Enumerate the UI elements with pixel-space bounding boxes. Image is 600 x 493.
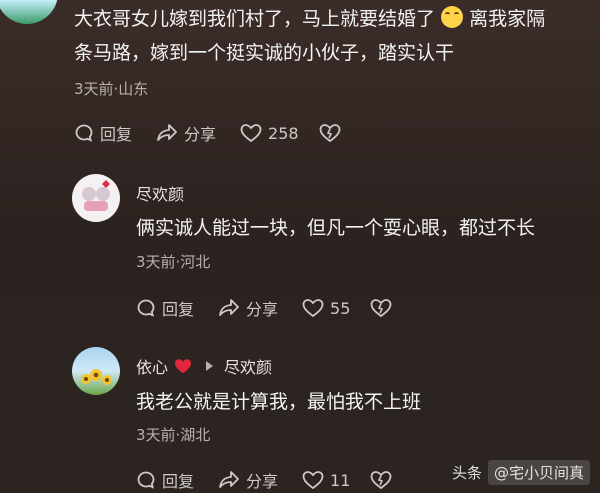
heart-outline-icon <box>302 470 324 490</box>
reply-button[interactable]: 回复 <box>136 296 194 320</box>
reply-button[interactable]: 回复 <box>136 468 194 492</box>
share-button[interactable]: 分享 <box>156 121 216 145</box>
broken-heart-icon <box>319 123 341 143</box>
share-button[interactable]: 分享 <box>218 468 278 492</box>
avatar-commenter-3[interactable] <box>72 347 120 395</box>
comment-2-actions: 回复 分享 55 <box>136 296 392 320</box>
avatar-commenter-2[interactable] <box>72 174 120 222</box>
like-button[interactable]: 11 <box>302 470 350 490</box>
like-count: 258 <box>268 123 299 143</box>
comment-3-text: 我老公就是计算我，最怕我不上班 <box>136 391 422 413</box>
triangle-right-icon <box>204 360 214 372</box>
like-count: 55 <box>330 298 351 318</box>
comment-1-text-line2: 条马路，嫁到一个挺实诚的小伙子，踏实认干 <box>74 42 455 64</box>
comment-3-reply-to[interactable]: 尽欢颜 <box>224 354 272 378</box>
comment-2-author[interactable]: 尽欢颜 <box>136 181 184 205</box>
comment-3-author[interactable]: 依心 <box>136 354 168 378</box>
like-count: 11 <box>330 470 351 490</box>
grin-emoji-icon <box>441 6 464 28</box>
comment-2-meta: 3天前·河北 <box>136 253 211 271</box>
share-button[interactable]: 分享 <box>218 296 278 320</box>
reply-icon <box>74 123 94 143</box>
comment-1-actions: 回复 分享 258 <box>74 121 341 145</box>
comment-3-author-line: 依心 尽欢颜 <box>136 354 272 378</box>
watermark-source: 头条 <box>451 464 482 482</box>
comment-3-meta: 3天前·湖北 <box>136 426 211 444</box>
share-icon <box>218 298 240 318</box>
comment-3-actions: 回复 分享 11 <box>136 468 392 492</box>
like-button[interactable]: 258 <box>240 123 299 143</box>
heart-icon <box>174 358 192 374</box>
watermark-author: @宅小贝间真 <box>487 460 590 485</box>
comment-1-text-line1: 大衣哥女儿嫁到我们村了，马上就要结婚了 离我家隔 <box>74 6 546 30</box>
broken-heart-icon <box>370 470 392 490</box>
avatar-commenter-1[interactable] <box>0 0 58 24</box>
reply-icon <box>136 470 156 490</box>
broken-heart-icon <box>370 298 392 318</box>
like-button[interactable]: 55 <box>302 298 350 318</box>
share-icon <box>156 123 178 143</box>
dislike-button[interactable] <box>319 123 341 143</box>
dislike-button[interactable] <box>370 470 392 490</box>
watermark: 头条 @宅小贝间真 <box>452 460 590 485</box>
heart-outline-icon <box>240 123 262 143</box>
reply-icon <box>136 298 156 318</box>
comment-1-meta: 3天前·山东 <box>74 80 149 98</box>
reply-button[interactable]: 回复 <box>74 121 132 145</box>
share-icon <box>218 470 240 490</box>
dislike-button[interactable] <box>370 298 392 318</box>
heart-outline-icon <box>302 298 324 318</box>
comment-2-text: 俩实诚人能过一块，但凡一个耍心眼，都过不长 <box>136 217 536 239</box>
